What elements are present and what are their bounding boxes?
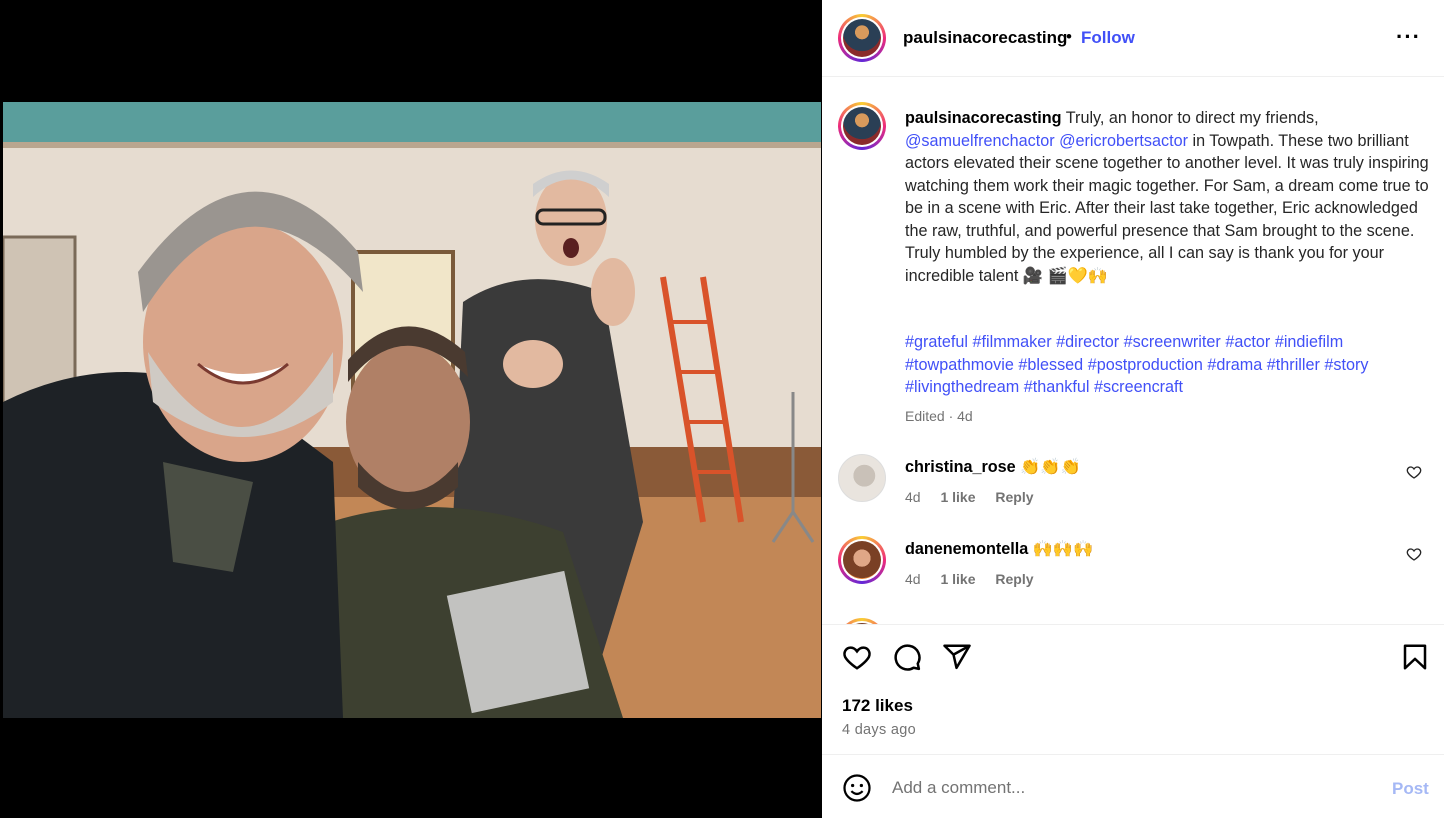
mention-link[interactable]: @samuelfrenchactor bbox=[905, 132, 1055, 150]
author-avatar[interactable] bbox=[838, 14, 886, 62]
more-options-icon[interactable]: ··· bbox=[1396, 24, 1421, 50]
comment-likes[interactable]: 1 like bbox=[940, 489, 975, 505]
likes-count[interactable]: 172 likes bbox=[842, 696, 913, 716]
mention-link[interactable]: @ericrobertsactor bbox=[1059, 132, 1188, 150]
comment-likes[interactable]: 1 like bbox=[940, 571, 975, 587]
hashtag-link[interactable]: #director bbox=[1056, 333, 1119, 351]
post-time-ago: 4 days ago bbox=[842, 722, 916, 738]
caption-avatar[interactable] bbox=[838, 102, 886, 150]
commenter-avatar[interactable] bbox=[838, 454, 886, 502]
caption-emojis: 🎬💛🙌 bbox=[1047, 266, 1109, 285]
comment-bubble-icon[interactable] bbox=[892, 642, 922, 672]
hashtag-link[interactable]: #story bbox=[1324, 356, 1368, 374]
hashtag-list: #grateful #filmmaker #director #screenwr… bbox=[905, 331, 1430, 399]
post-comment-button[interactable]: Post bbox=[1392, 779, 1429, 799]
commenter-avatar[interactable] bbox=[838, 536, 886, 584]
reply-button[interactable]: Reply bbox=[995, 571, 1033, 587]
comment-meta: 4d 1 like Reply bbox=[905, 571, 1050, 587]
post-sidebar: paulsinacorecasting • Follow ··· paulsin… bbox=[822, 0, 1444, 818]
header-separator: • bbox=[1066, 27, 1072, 46]
hashtag-link[interactable]: #towpathmovie bbox=[905, 356, 1014, 374]
comment-time: 4d bbox=[905, 571, 921, 587]
comment-meta: 4d 1 like Reply bbox=[905, 489, 1050, 505]
hashtag-link[interactable]: #drama bbox=[1207, 356, 1262, 374]
hashtag-link[interactable]: #livingthedream bbox=[905, 378, 1019, 396]
add-comment-bar: Post bbox=[822, 754, 1444, 818]
edited-timestamp: Edited · 4d bbox=[905, 408, 973, 424]
hashtag-link[interactable]: #indiefilm bbox=[1275, 333, 1343, 351]
comment-text: christina_rose 👏👏👏 bbox=[905, 457, 1081, 477]
author-username[interactable]: paulsinacorecasting bbox=[903, 28, 1067, 48]
reply-button[interactable]: Reply bbox=[995, 489, 1033, 505]
comments-scroll-area[interactable]: paulsinacorecasting Truly, an honor to d… bbox=[822, 78, 1444, 624]
caption-body: in Towpath. These two brilliant actors e… bbox=[905, 131, 1429, 285]
post-photo[interactable] bbox=[3, 102, 821, 718]
commenter-username[interactable]: danenemontella bbox=[905, 540, 1028, 558]
comment-body: 🙌🙌🙌 bbox=[1032, 540, 1094, 558]
comment-item: danenemontella 🙌🙌🙌 4d 1 like Reply bbox=[838, 536, 1438, 606]
save-bookmark-icon[interactable] bbox=[1400, 642, 1430, 672]
follow-button[interactable]: Follow bbox=[1081, 28, 1135, 48]
hashtag-link[interactable]: #screenwriter bbox=[1124, 333, 1221, 351]
emoji-smiley-icon[interactable] bbox=[842, 773, 872, 803]
caption-username[interactable]: paulsinacorecasting bbox=[905, 109, 1062, 127]
comment-body: 👏👏👏 bbox=[1020, 458, 1081, 476]
hashtag-link[interactable]: #postproduction bbox=[1088, 356, 1203, 374]
caption-intro: Truly, an honor to direct my friends, bbox=[1065, 109, 1319, 127]
comment-input[interactable] bbox=[892, 773, 1372, 803]
comment-text: danenemontella 🙌🙌🙌 bbox=[905, 539, 1093, 559]
hashtag-link[interactable]: #grateful bbox=[905, 333, 968, 351]
post-media bbox=[0, 0, 822, 818]
share-send-icon[interactable] bbox=[942, 642, 972, 672]
comment-time: 4d bbox=[905, 489, 921, 505]
hashtag-link[interactable]: #blessed bbox=[1018, 356, 1083, 374]
comment-item: christina_rose 👏👏👏 4d 1 like Reply bbox=[838, 454, 1438, 524]
hashtag-link[interactable]: #thankful bbox=[1024, 378, 1090, 396]
hashtag-link[interactable]: #actor bbox=[1225, 333, 1270, 351]
hashtag-link[interactable]: #screencraft bbox=[1094, 378, 1183, 396]
comment-like-heart-icon[interactable] bbox=[1406, 546, 1422, 562]
hashtag-link[interactable]: #thriller bbox=[1267, 356, 1320, 374]
hashtag-link[interactable]: #filmmaker bbox=[973, 333, 1052, 351]
post-caption: paulsinacorecasting Truly, an honor to d… bbox=[905, 107, 1430, 287]
post-header: paulsinacorecasting • Follow ··· bbox=[822, 0, 1444, 77]
comment-like-heart-icon[interactable] bbox=[1406, 464, 1422, 480]
like-heart-icon[interactable] bbox=[842, 642, 872, 672]
commenter-username[interactable]: christina_rose bbox=[905, 458, 1016, 476]
post-actions: 172 likes 4 days ago bbox=[822, 624, 1444, 754]
